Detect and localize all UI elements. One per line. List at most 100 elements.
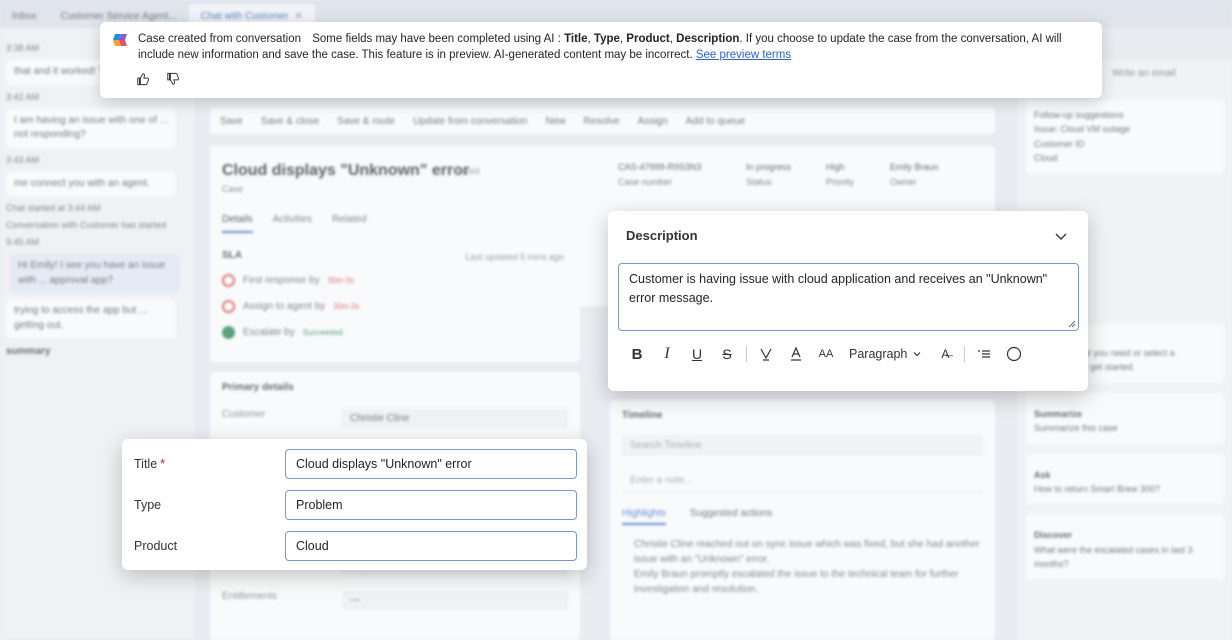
chat-timestamp: 3:43 AM <box>6 154 40 165</box>
customer-id-label: Customer ID <box>1034 138 1085 149</box>
add-to-queue-button[interactable]: Add to queue <box>686 116 746 127</box>
section-title: Primary details <box>222 382 294 393</box>
chevron-down-icon[interactable] <box>1054 229 1068 243</box>
case-number-label: Case number <box>618 177 673 188</box>
font-size-icon[interactable]: AA <box>811 348 841 360</box>
field-row: Customer Christie Cline <box>222 409 568 428</box>
tab-suggested-actions[interactable]: Suggested actions <box>690 508 772 525</box>
field-label-text: Title <box>134 457 158 471</box>
tab-write-email[interactable]: Write an email <box>1112 68 1176 90</box>
sla-section: SLA Last updated 5 mins ago First respon… <box>210 240 580 362</box>
cloud-label: Cloud <box>1034 153 1058 164</box>
check-icon <box>222 326 235 339</box>
paragraph-dropdown[interactable]: Paragraph <box>841 347 930 361</box>
banner-field: Title <box>564 33 588 45</box>
rich-text-toolbar: B I U S AA Paragraph A̶ <box>622 344 1029 364</box>
list-item: Christie Cline reached out on sync issue… <box>634 539 980 565</box>
priority-value: High <box>826 162 845 172</box>
type-label: Type <box>134 498 162 512</box>
suggestion-summarize[interactable]: Summarize Summarize this case <box>1026 392 1224 444</box>
resolve-button[interactable]: Resolve <box>584 116 620 127</box>
priority-label: Priority <box>826 177 855 188</box>
description-panel: Description Customer is having issue wit… <box>608 211 1088 391</box>
command-bar: Save Save & close Save & route Update fr… <box>210 108 995 134</box>
suggestion-discover[interactable]: Discover What were the escalated cases in… <box>1026 514 1224 580</box>
suggestion-title: Summarize <box>1034 408 1083 419</box>
thumbs-down-icon[interactable] <box>166 72 180 86</box>
assign-button[interactable]: Assign <box>638 116 668 127</box>
timeline-tabs: Highlights Suggested actions <box>622 508 983 525</box>
tab-label: Inbox <box>12 10 37 22</box>
preview-terms-link[interactable]: See preview terms <box>696 49 791 61</box>
more-icon[interactable] <box>999 346 1029 362</box>
chat-timestamp: 9:45 AM <box>6 237 40 247</box>
underline-button[interactable]: U <box>682 346 712 362</box>
product-input[interactable]: Cloud <box>285 531 577 561</box>
save-close-button[interactable]: Save & close <box>261 116 319 127</box>
entity-label: Case <box>222 184 244 194</box>
italic-button[interactable]: I <box>652 345 682 363</box>
strikethrough-button[interactable]: S <box>712 346 742 362</box>
thumbs-up-icon[interactable] <box>136 72 150 86</box>
case-title: Cloud displays "Unknown" error <box>222 162 470 179</box>
font-color-icon[interactable] <box>781 346 811 362</box>
issue-label: Issue: Cloud VM outage <box>1034 124 1131 135</box>
list-icon[interactable] <box>969 346 999 362</box>
highlight-icon[interactable] <box>751 346 781 362</box>
banner-message: Case created from conversation Some fiel… <box>138 33 1062 62</box>
close-icon[interactable]: ✕ <box>294 11 302 22</box>
timeline-search-input[interactable]: Search Timeline <box>622 435 983 456</box>
sla-state: 30m 0s <box>327 276 354 285</box>
entitlements-field[interactable]: --- <box>342 591 568 610</box>
case-priority: High Priority <box>826 160 854 191</box>
form-tabs: Details Activities Related <box>222 214 367 233</box>
bold-button[interactable]: B <box>622 346 652 363</box>
sla-label: Escalate by <box>243 327 295 338</box>
banner-field: Description <box>676 33 740 45</box>
sla-updated: Last updated 5 mins ago <box>465 252 564 262</box>
product-label: Product <box>134 539 178 553</box>
highlights-list: Christie Cline reached out on sync issue… <box>622 537 983 597</box>
paragraph-label: Paragraph <box>849 347 908 361</box>
timeline-title: Timeline <box>622 410 663 421</box>
update-from-conversation-button[interactable]: Update from conversation <box>413 116 528 127</box>
case-number-value: CAS-47999-R9S3N3 <box>618 162 702 172</box>
timer-icon <box>222 274 235 287</box>
tab-label: Customer Service Agent... <box>60 10 177 22</box>
description-textarea[interactable]: Customer is having issue with cloud appl… <box>618 263 1079 331</box>
suggestion-desc: Summarize this case <box>1034 423 1118 434</box>
customer-field[interactable]: Christie Cline <box>342 409 568 428</box>
owner-value[interactable]: Emily Braun <box>890 162 939 172</box>
timeline-section: Timeline Search Timeline Enter a note...… <box>610 400 995 640</box>
suggestion-desc: How to return Smart Brew 300? <box>1034 483 1161 494</box>
sla-row: Assign to agent by 30m 0s <box>222 300 568 313</box>
type-input[interactable]: Problem <box>285 490 577 520</box>
title-input[interactable]: Cloud displays "Unknown" error <box>285 449 577 479</box>
tab-related[interactable]: Related <box>332 214 366 233</box>
save-route-button[interactable]: Save & route <box>337 116 395 127</box>
tab-details[interactable]: Details <box>222 214 253 233</box>
chat-message: trying to access the app but ... getting… <box>6 299 176 338</box>
save-button[interactable]: Save <box>220 116 243 127</box>
sla-label: First response by <box>243 275 320 286</box>
new-button[interactable]: New <box>546 116 566 127</box>
required-marker: * <box>160 457 166 471</box>
tab-highlights[interactable]: Highlights <box>622 508 666 525</box>
suggestion-ask[interactable]: Ask How to return Smart Brew 300? <box>1026 453 1224 505</box>
field-label: Entitlements <box>222 591 278 602</box>
field-label: Customer <box>222 409 266 420</box>
resize-handle-icon[interactable] <box>1068 320 1076 328</box>
chat-system-line: Conversation with Customer has started <box>6 220 167 230</box>
list-item: Emily Braun promptly escalated the issue… <box>634 569 959 595</box>
note-input[interactable]: Enter a note... <box>622 470 983 492</box>
status-value: In progress <box>746 162 792 172</box>
status-label: Status <box>746 177 772 188</box>
feedback-buttons <box>136 72 180 86</box>
case-owner: Emily Braun Owner <box>890 160 939 191</box>
clear-format-icon[interactable]: A̶ <box>930 347 960 361</box>
toolbar-divider <box>964 346 966 362</box>
chat-system-line: Chat started at 3:44 AM <box>6 203 101 213</box>
copilot-icon <box>113 34 127 46</box>
tab-activities[interactable]: Activities <box>273 214 312 233</box>
tab-inbox[interactable]: Inbox <box>0 4 48 28</box>
